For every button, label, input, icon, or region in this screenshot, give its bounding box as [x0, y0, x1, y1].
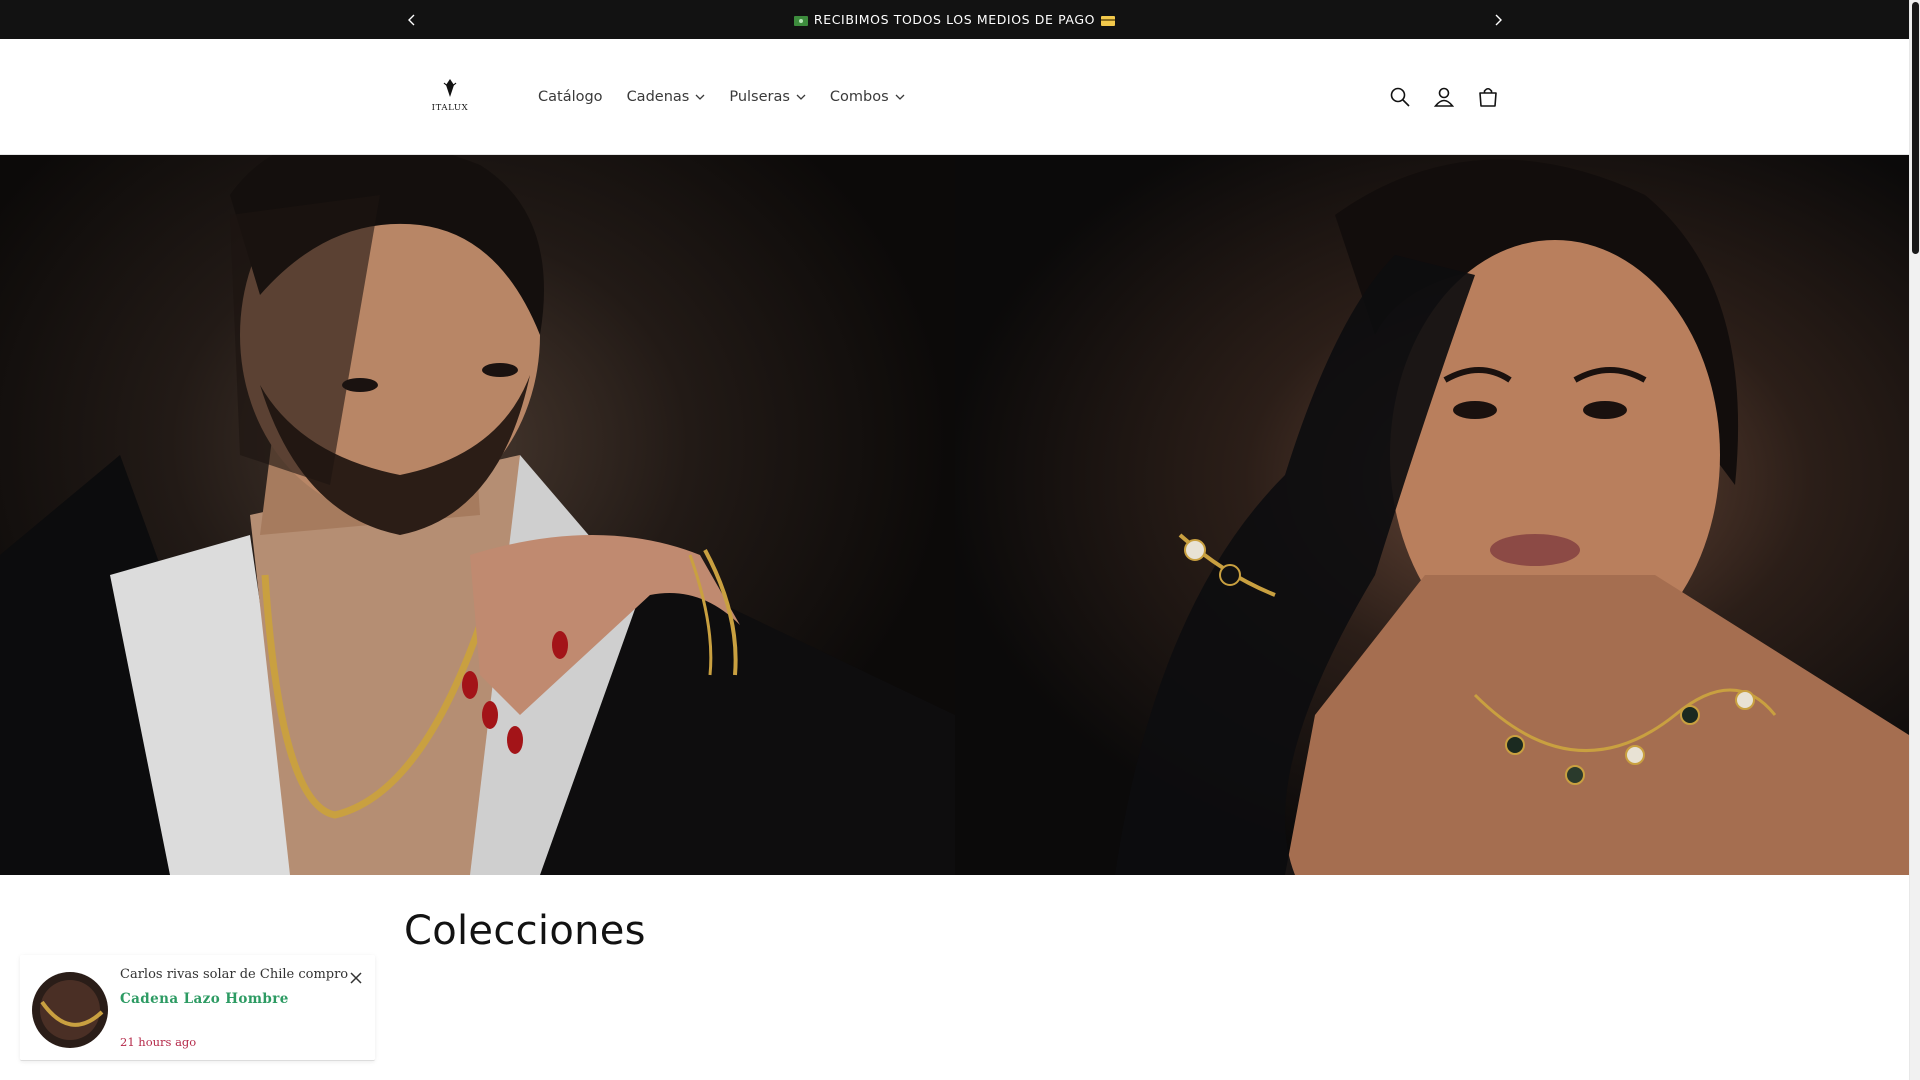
main-nav: Catálogo Cadenas Pulseras Combos: [526, 39, 917, 155]
man-wearing-gold-chain-image[interactable]: [0, 155, 955, 875]
account-icon: [1433, 87, 1455, 107]
hero-banner: [0, 155, 1909, 875]
logo-text: ITALUX: [432, 103, 469, 113]
search-button[interactable]: [1378, 75, 1422, 119]
italux-logo[interactable]: ITALUX: [420, 77, 480, 117]
scrollbar-thumb[interactable]: [1912, 2, 1919, 254]
search-icon: [1390, 87, 1410, 107]
money-emoji-icon: [793, 15, 808, 26]
announcement-text: RECIBIMOS TODOS LOS MEDIOS DE PAGO: [813, 12, 1096, 27]
nav-label: Cadenas: [626, 89, 690, 105]
popup-product-link[interactable]: Cadena Lazo Hombre: [120, 991, 289, 1007]
nav-item-pulseras[interactable]: Pulseras: [717, 77, 818, 117]
popup-message: Carlos rivas solar de Chile compro: [120, 967, 349, 982]
logo-mark-icon: ITALUX: [432, 79, 469, 113]
chain-thumbnail-image: [32, 972, 108, 1048]
chevron-down-icon: [796, 94, 806, 100]
close-icon: [350, 972, 362, 984]
product-thumbnail[interactable]: [32, 972, 108, 1048]
announcement-next-button[interactable]: [1478, 0, 1518, 39]
chevron-left-icon: [408, 14, 415, 25]
nav-label: Catálogo: [538, 89, 603, 105]
announcement-message: RECIBIMOS TODOS LOS MEDIOS DE PAGO: [793, 12, 1116, 27]
nav-item-cadenas[interactable]: Cadenas: [615, 77, 718, 117]
nav-item-combos[interactable]: Combos: [818, 77, 917, 117]
nav-item-catalogo[interactable]: Catálogo: [526, 77, 615, 117]
chevron-down-icon: [695, 94, 705, 100]
cart-icon: [1479, 87, 1497, 107]
man-photo-illustration: [0, 155, 955, 875]
woman-photo-illustration: [1115, 159, 1909, 875]
popup-time: 21 hours ago: [120, 1035, 197, 1049]
header-actions: [1378, 75, 1510, 119]
nav-label: Pulseras: [729, 89, 790, 105]
chevron-right-icon: [1495, 14, 1502, 25]
recent-sale-popup[interactable]: Carlos rivas solar de Chile compro Caden…: [20, 955, 375, 1061]
woman-wearing-clover-necklace-image[interactable]: [955, 155, 1909, 875]
announcement-bar: RECIBIMOS TODOS LOS MEDIOS DE PAGO: [0, 0, 1909, 39]
announcement-prev-button[interactable]: [392, 0, 432, 39]
cart-button[interactable]: [1466, 75, 1510, 119]
account-button[interactable]: [1422, 75, 1466, 119]
nav-label: Combos: [829, 89, 889, 105]
page-scrollbar[interactable]: [1909, 0, 1920, 1080]
site-header: ITALUX Catálogo Cadenas Pulseras Combos: [0, 39, 1909, 155]
collections-title: Colecciones: [404, 908, 646, 954]
card-emoji-icon: [1101, 15, 1116, 26]
popup-close-button[interactable]: [347, 969, 365, 987]
chevron-down-icon: [895, 94, 905, 100]
